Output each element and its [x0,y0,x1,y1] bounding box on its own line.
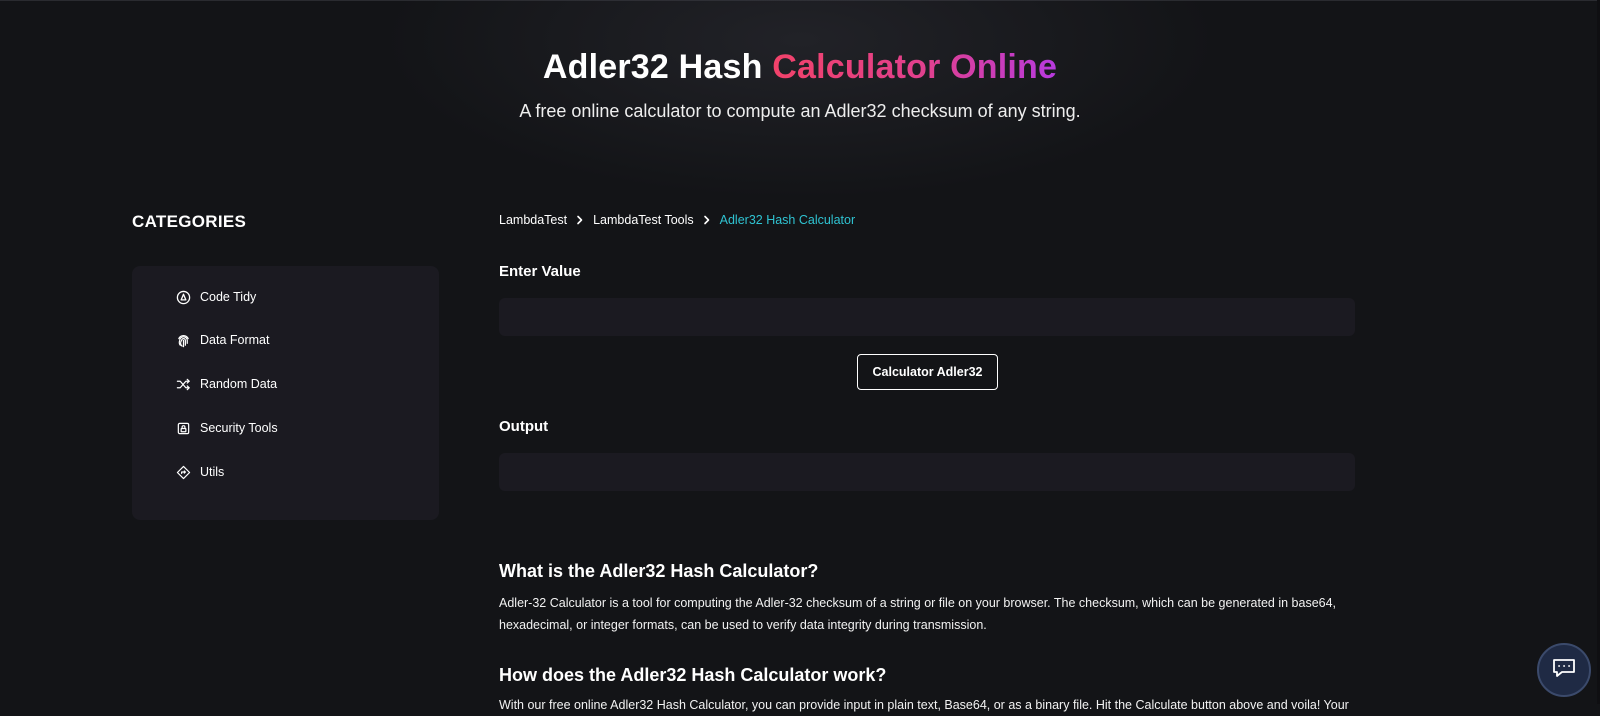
enter-value-input[interactable] [499,298,1355,336]
sidebar-item-utils[interactable]: Utils [175,462,224,482]
categories-title: CATEGORIES [132,212,247,231]
top-border [0,0,1600,1]
fingerprint-icon [175,332,191,348]
code-tidy-icon [175,289,191,305]
categories-sidebar: Code Tidy Data Format Random Data Securi… [132,266,439,520]
sidebar-item-label: Random Data [200,377,278,391]
section-how-heading: How does the Adler32 Hash Calculator wor… [499,665,887,685]
lock-icon [175,420,191,436]
enter-value-label: Enter Value [499,263,581,280]
sidebar-item-random-data[interactable]: Random Data [175,374,277,394]
sidebar-item-security-tools[interactable]: Security Tools [175,418,278,438]
output-label: Output [499,418,549,435]
sidebar-item-code-tidy[interactable]: Code Tidy [175,287,256,307]
section-what-text: Adler-32 Calculator is a tool for comput… [499,596,1337,632]
chevron-right-icon [703,215,711,225]
breadcrumb-current: Adler32 Hash Calculator [719,213,856,227]
output-field[interactable] [499,453,1355,491]
sidebar-item-label: Code Tidy [200,290,257,304]
page-title-accent: Calculator Online [772,48,1058,86]
chat-button[interactable] [1537,643,1591,697]
page-title-main: Adler32 Hash [542,48,763,86]
breadcrumb-lambdatest-tools[interactable]: LambdaTest Tools [593,213,694,227]
page-subtitle: A free online calculator to compute an A… [519,101,1081,121]
hero-glow [380,0,1220,200]
sidebar-item-label: Utils [200,465,225,479]
sidebar-item-label: Security Tools [200,421,278,435]
sidebar-item-label: Data Format [200,333,270,347]
chevron-right-icon [576,215,584,225]
breadcrumb: LambdaTest LambdaTest Tools Adler32 Hash… [499,213,855,227]
shuffle-icon [175,376,191,392]
breadcrumb-lambdatest[interactable]: LambdaTest [499,213,567,227]
sidebar-item-data-format[interactable]: Data Format [175,330,269,350]
section-what-heading: What is the Adler32 Hash Calculator? [499,561,819,581]
section-how-text: With our free online Adler32 Hash Calcul… [499,698,1349,712]
utils-icon [175,464,191,480]
chat-icon [1551,656,1577,685]
page-title: Adler32 Hash Calculator Online [0,48,1600,87]
calculate-adler32-button[interactable]: Calculator Adler32 [857,354,998,390]
